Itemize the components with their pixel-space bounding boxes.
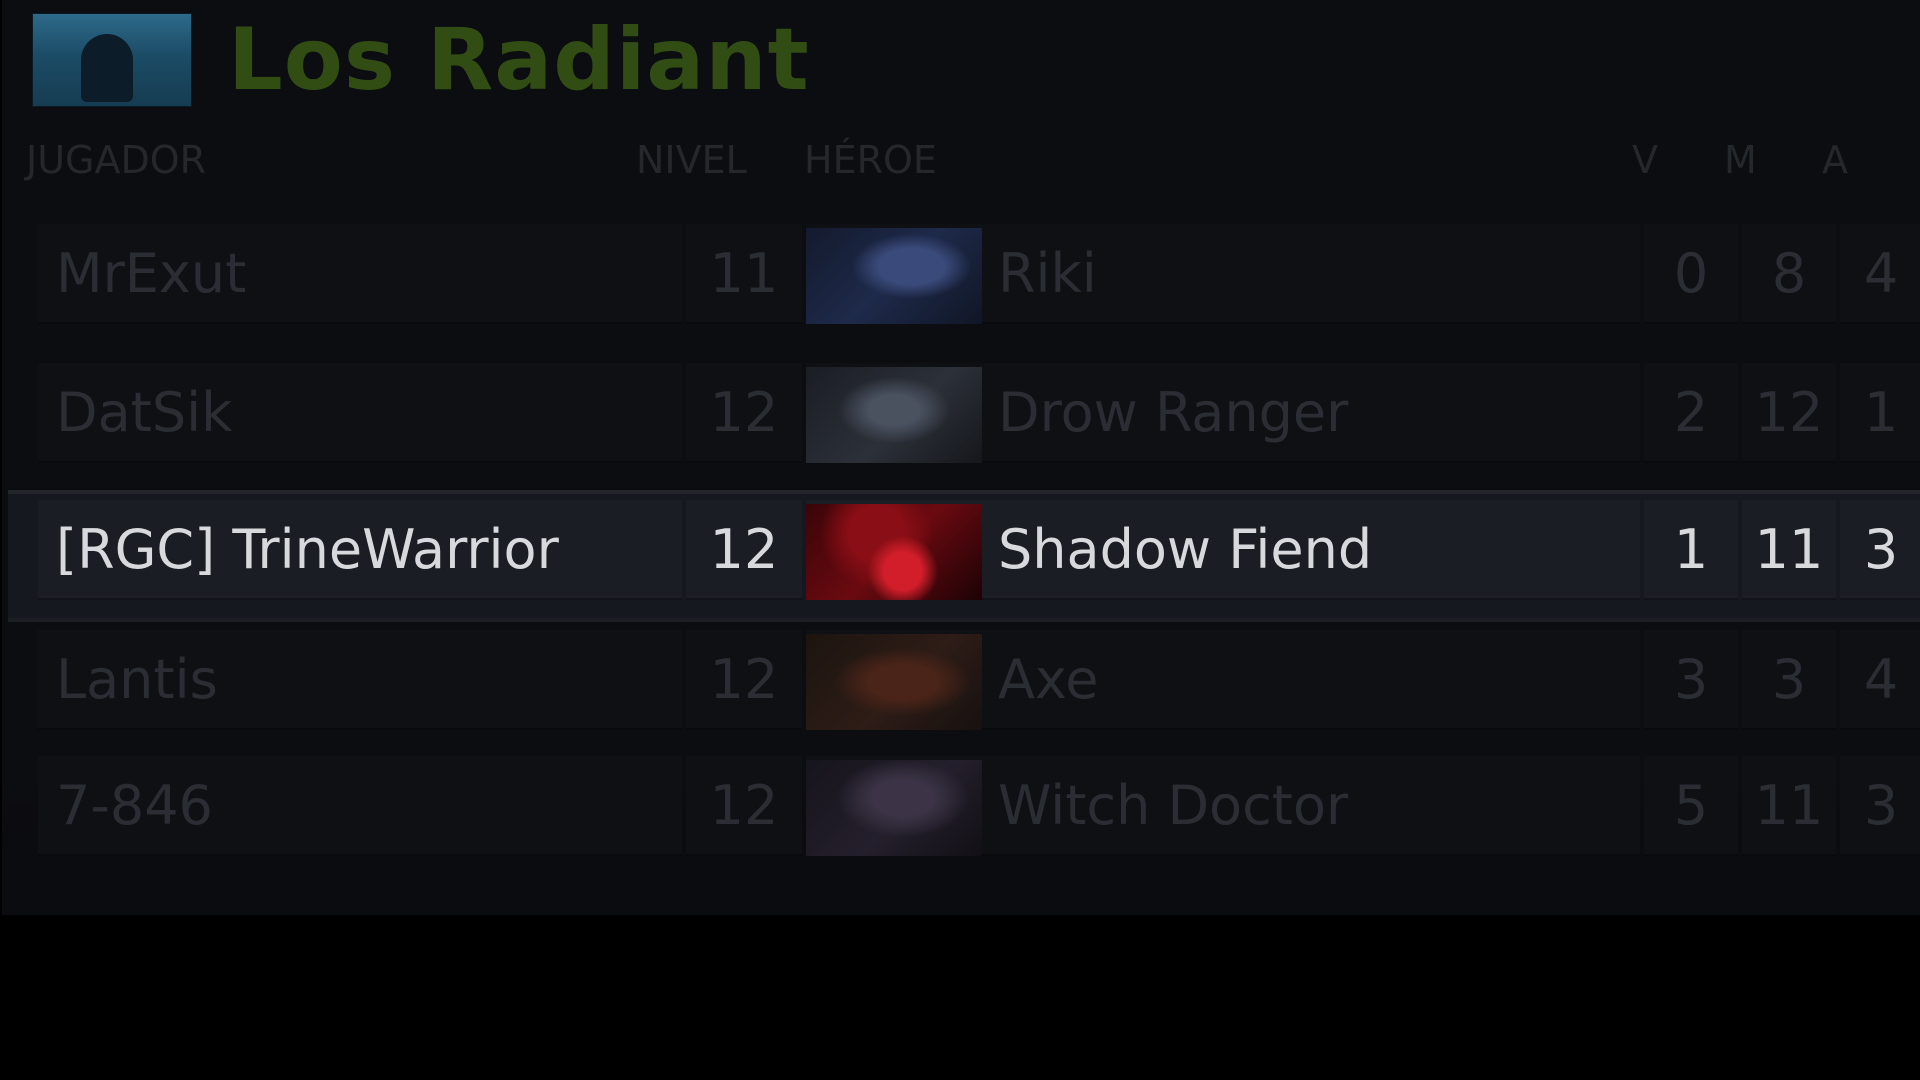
background-strip	[0, 915, 1920, 1080]
team-name: Los Radiant	[228, 10, 810, 110]
hero-name: Axe	[998, 648, 1099, 711]
hero-name: Drow Ranger	[998, 381, 1349, 444]
team-scoreboard-panel: Los Radiant JUGADOR NIVEL HÉROE V M A Mr…	[2, 0, 1920, 915]
player-row[interactable]: 7-846 12 Witch Doctor 5 11 3	[38, 756, 1920, 856]
deaths-value: 11	[1754, 518, 1824, 581]
player-name[interactable]: DatSik	[56, 363, 232, 463]
column-header-level: NIVEL	[636, 138, 747, 182]
column-header-hero: HÉROE	[804, 138, 937, 182]
player-name[interactable]: MrExut	[56, 224, 246, 324]
player-row[interactable]: MrExut 11 Riki 0 8 4	[38, 224, 1920, 324]
column-header-kills: V	[1632, 138, 1658, 182]
assists-value: 1	[1863, 381, 1899, 444]
player-level: 12	[709, 518, 779, 581]
player-level: 12	[709, 774, 779, 837]
player-name[interactable]: Lantis	[56, 630, 218, 730]
kills-value: 0	[1673, 242, 1709, 305]
deaths-value: 11	[1754, 774, 1824, 837]
deaths-value: 12	[1754, 381, 1824, 444]
assists-value: 4	[1863, 242, 1899, 305]
kills-value: 5	[1673, 774, 1709, 837]
player-name[interactable]: [RGC] TrineWarrior	[56, 500, 559, 600]
column-header-assists: A	[1822, 138, 1848, 182]
hero-name: Witch Doctor	[998, 774, 1349, 837]
assists-value: 3	[1863, 774, 1899, 837]
player-level: 11	[709, 242, 779, 305]
team-logo-icon	[32, 13, 192, 107]
drow-ranger-portrait-icon[interactable]	[806, 367, 982, 463]
assists-value: 4	[1863, 648, 1899, 711]
column-header-player: JUGADOR	[26, 138, 207, 182]
deaths-value: 8	[1771, 242, 1807, 305]
player-row[interactable]: Lantis 12 Axe 3 3 4	[38, 630, 1920, 730]
player-row[interactable]: DatSik 12 Drow Ranger 2 12 1	[38, 363, 1920, 463]
hero-name: Shadow Fiend	[998, 518, 1373, 581]
kills-value: 2	[1673, 381, 1709, 444]
scoreboard-screen: Los Radiant JUGADOR NIVEL HÉROE V M A Mr…	[0, 0, 1920, 1080]
deaths-value: 3	[1771, 648, 1807, 711]
player-name[interactable]: 7-846	[56, 756, 213, 856]
player-level: 12	[709, 648, 779, 711]
riki-portrait-icon[interactable]	[806, 228, 982, 324]
player-level: 12	[709, 381, 779, 444]
team-header: Los Radiant	[32, 10, 810, 110]
hero-name: Riki	[998, 242, 1097, 305]
kills-value: 3	[1673, 648, 1709, 711]
kills-value: 1	[1673, 518, 1709, 581]
shadow-fiend-portrait-icon[interactable]	[806, 504, 982, 600]
player-row-selected[interactable]: [RGC] TrineWarrior 12 Shadow Fiend 1 11 …	[8, 490, 1920, 622]
witch-doctor-portrait-icon[interactable]	[806, 760, 982, 856]
column-header-deaths: M	[1724, 138, 1757, 182]
axe-portrait-icon[interactable]	[806, 634, 982, 730]
assists-value: 3	[1863, 518, 1899, 581]
